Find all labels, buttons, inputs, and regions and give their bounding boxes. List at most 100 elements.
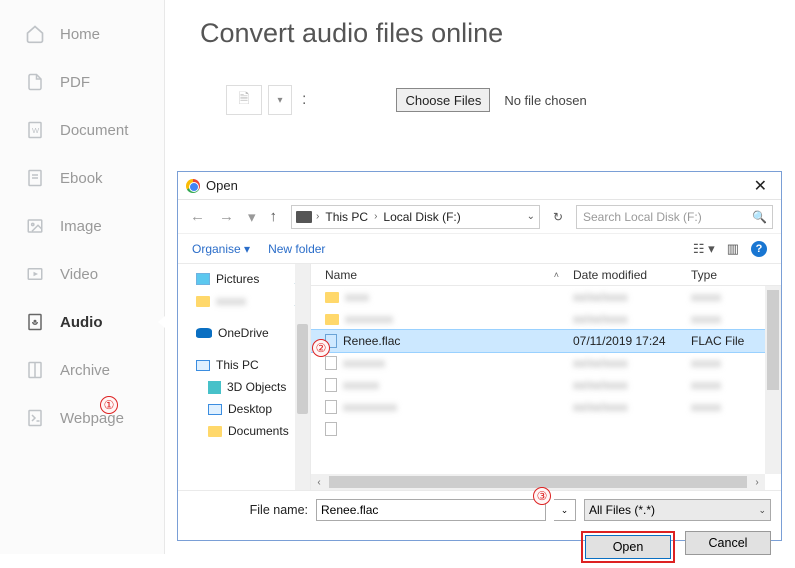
folder-icon (325, 314, 339, 325)
onedrive-icon (196, 328, 212, 338)
new-folder-button[interactable]: New folder (268, 242, 325, 256)
sidebar-item-home[interactable]: Home (0, 10, 164, 58)
dialog-titlebar: Open ✕ (178, 172, 781, 200)
file-row[interactable]: xxxxxxxxx/xx/xxxxxxxxx (311, 352, 781, 374)
sidebar-item-label: Archive (60, 362, 110, 379)
dialog-toolbar: Organise ▾ New folder ☷ ▾ ▥ ? (178, 234, 781, 264)
sidebar-item-label: Home (60, 26, 100, 43)
file-list-area: Name˄ Date modified Type xxxxxx/xx/xxxxx… (311, 264, 781, 490)
breadcrumb-dropdown-icon[interactable]: ⌄ (527, 211, 535, 222)
tree-desktop[interactable]: Desktop (196, 398, 306, 420)
col-name[interactable]: Name˄ (311, 268, 569, 282)
ebook-icon (24, 167, 46, 189)
tree-label: Pictures (216, 272, 259, 286)
home-icon (24, 23, 46, 45)
sidebar-item-pdf[interactable]: PDF (0, 58, 164, 106)
breadcrumb-drive[interactable]: Local Disk (F:) (381, 210, 462, 224)
col-date[interactable]: Date modified (569, 268, 687, 282)
tree-3dobjects[interactable]: 3D Objects (196, 376, 306, 398)
sidebar-item-image[interactable]: Image (0, 202, 164, 250)
sidebar-item-archive[interactable]: Archive (0, 346, 164, 394)
col-type[interactable]: Type (687, 268, 781, 282)
file-row[interactable] (311, 418, 781, 440)
organise-menu[interactable]: Organise ▾ (192, 242, 250, 256)
close-icon[interactable]: ✕ (748, 176, 773, 196)
tree-scrollbar[interactable] (295, 264, 310, 490)
audio-icon (24, 311, 46, 333)
tree-pictures[interactable]: Pictures📌 (196, 268, 306, 290)
nav-recent-icon[interactable]: ▾ (244, 206, 260, 228)
view-mode-icon[interactable]: ☷ ▾ (693, 241, 715, 257)
archive-icon (24, 359, 46, 381)
refresh-icon[interactable]: ↻ (546, 205, 570, 229)
nav-forward-icon[interactable]: → (215, 206, 238, 227)
help-icon[interactable]: ? (751, 241, 767, 257)
file-row[interactable]: xxxxxx/xx/xxxxxxxxx (311, 286, 781, 308)
file-row[interactable]: xxxxxxxxxx/xx/xxxxxxxxx (311, 308, 781, 330)
video-icon (24, 263, 46, 285)
svg-text:W: W (32, 126, 40, 135)
list-hscrollbar[interactable]: ‹› (311, 474, 765, 490)
tree-label: Documents (228, 424, 289, 438)
folder-icon (196, 296, 210, 307)
sidebar-item-audio[interactable]: Audio (0, 298, 164, 346)
preview-pane-icon[interactable]: ▥ (727, 241, 739, 257)
sidebar-item-ebook[interactable]: Ebook (0, 154, 164, 202)
sidebar-item-document[interactable]: W Document (0, 106, 164, 154)
dialog-title: Open (206, 178, 238, 193)
file-type-filter[interactable]: All Files (*.*)⌄ (584, 499, 771, 521)
cancel-button[interactable]: Cancel (685, 531, 771, 555)
folder-icon (325, 292, 339, 303)
tree-label-blurred: xxxxx (216, 294, 246, 308)
3d-icon (208, 381, 221, 394)
sidebar-item-label: Document (60, 122, 128, 139)
sidebar-item-label: Webpage (60, 410, 124, 427)
choose-files-button[interactable]: Choose Files (396, 88, 490, 112)
nav-back-icon[interactable]: ← (186, 206, 209, 227)
search-placeholder: Search Local Disk (F:) (583, 210, 702, 224)
tree-folder[interactable]: xxxxx📌 (196, 290, 306, 312)
file-row[interactable]: xxxxxxxx/xx/xxxxxxxxx (311, 374, 781, 396)
chevron-right-icon: › (372, 211, 379, 222)
tree-label: 3D Objects (227, 380, 286, 394)
file-name: Renee.flac (343, 334, 400, 348)
column-headers[interactable]: Name˄ Date modified Type (311, 264, 781, 286)
sort-asc-icon: ˄ (554, 270, 559, 280)
file-row[interactable]: xxxxxxxxxxx/xx/xxxxxxxxx (311, 396, 781, 418)
list-vscrollbar[interactable] (765, 286, 781, 474)
file-type-dropdown[interactable]: ▾ (268, 85, 292, 115)
dialog-footer: File name: ⌄ All Files (*.*)⌄ Open Cance… (178, 490, 781, 568)
file-name-history-icon[interactable]: ⌄ (554, 499, 576, 521)
dialog-navbar: ← → ▾ ↑ › This PC › Local Disk (F:) ⌄ ↻ … (178, 200, 781, 234)
chevron-right-icon: › (314, 211, 321, 222)
folder-tree[interactable]: Pictures📌 xxxxx📌 OneDrive This PC 3D Obj… (178, 264, 311, 490)
file-type-icon[interactable]: 🗎 (226, 85, 262, 115)
file-rows: xxxxxx/xx/xxxxxxxxx xxxxxxxxxx/xx/xxxxxx… (311, 286, 781, 490)
search-input[interactable]: Search Local Disk (F:) 🔍 (576, 205, 773, 229)
sidebar-item-label: PDF (60, 74, 90, 91)
search-icon: 🔍 (752, 210, 767, 224)
open-button[interactable]: Open (585, 535, 671, 559)
sidebar-item-video[interactable]: Video (0, 250, 164, 298)
sidebar-item-webpage[interactable]: Webpage (0, 394, 164, 442)
file-input-row: 🗎 ▾ : Choose Files No file chosen (226, 85, 760, 115)
tree-label: This PC (216, 358, 259, 372)
drive-icon (296, 211, 312, 223)
tree-label: Desktop (228, 402, 272, 416)
sidebar-item-label: Ebook (60, 170, 103, 187)
sidebar-item-label: Audio (60, 314, 103, 331)
nav-up-icon[interactable]: ↑ (266, 206, 282, 227)
tree-thispc[interactable]: This PC (196, 354, 306, 376)
file-name-input[interactable] (316, 499, 546, 521)
pictures-icon (196, 273, 210, 285)
dialog-body: Pictures📌 xxxxx📌 OneDrive This PC 3D Obj… (178, 264, 781, 490)
file-row-selected[interactable]: Renee.flac07/11/2019 17:24FLAC File (311, 330, 781, 352)
tree-label: OneDrive (218, 326, 269, 340)
breadcrumb-thispc[interactable]: This PC (323, 210, 370, 224)
image-icon (24, 215, 46, 237)
pdf-icon (24, 71, 46, 93)
tree-onedrive[interactable]: OneDrive (196, 322, 306, 344)
tree-documents[interactable]: Documents (196, 420, 306, 442)
breadcrumb[interactable]: › This PC › Local Disk (F:) ⌄ (291, 205, 540, 229)
file-name-label: File name: (178, 503, 308, 517)
